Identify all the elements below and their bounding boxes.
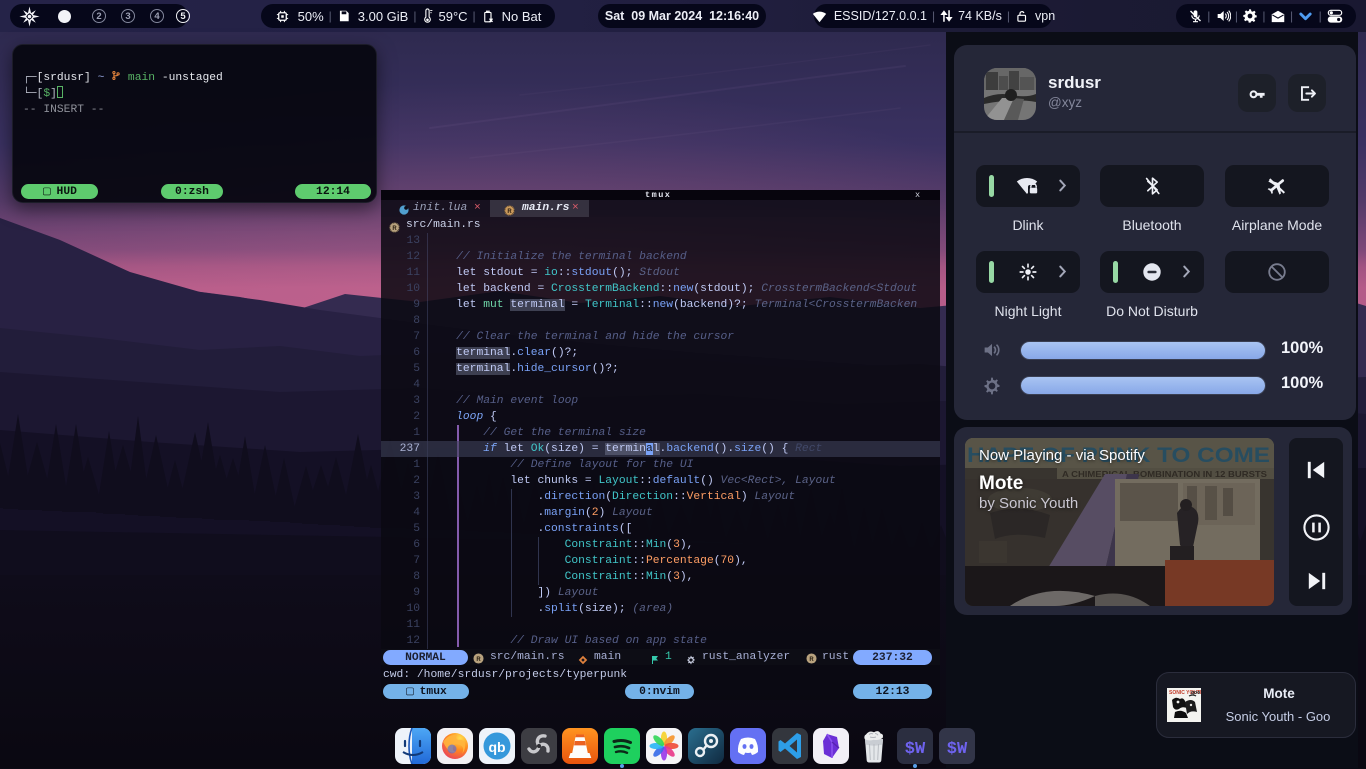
svg-text:R: R xyxy=(392,226,397,232)
svg-text:$W: $W xyxy=(947,740,968,759)
svg-text:$W: $W xyxy=(905,740,926,759)
svg-text:R: R xyxy=(476,657,481,663)
svg-text:R: R xyxy=(507,209,512,215)
svg-text:R: R xyxy=(809,657,814,663)
svg-text:qb: qb xyxy=(488,739,505,755)
